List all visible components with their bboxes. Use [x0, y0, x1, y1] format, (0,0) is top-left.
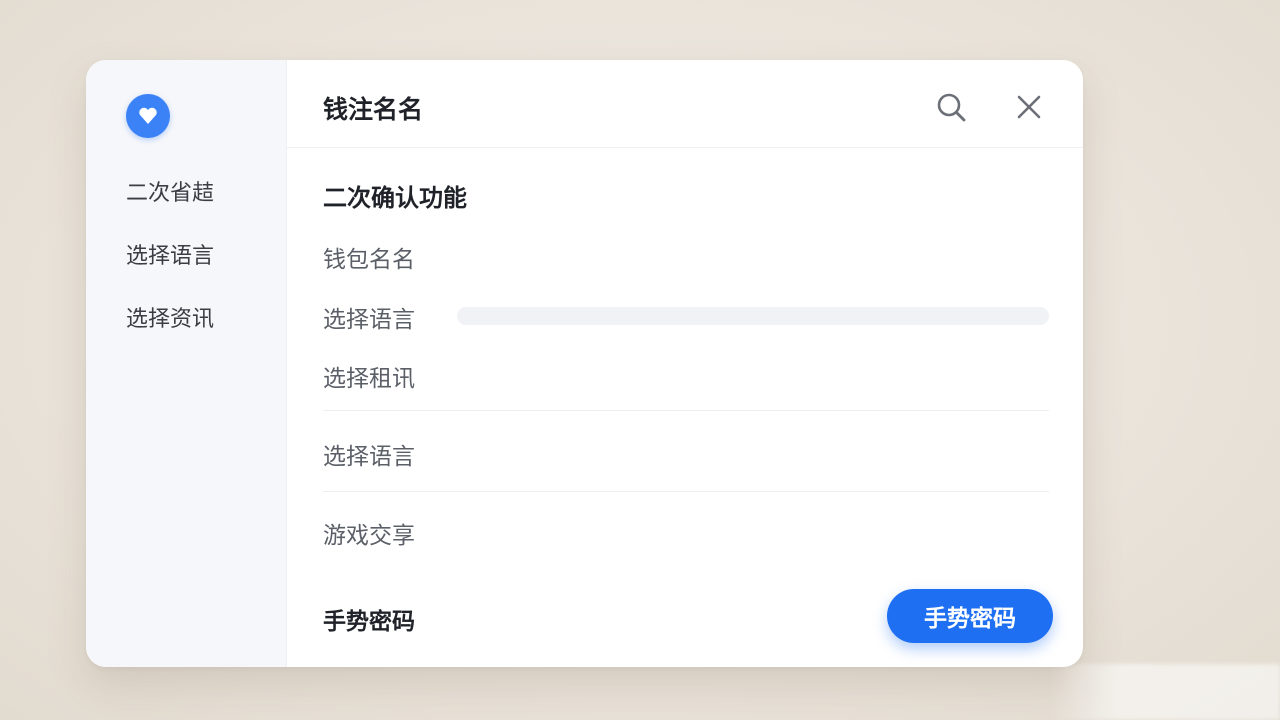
- app-logo: [126, 94, 170, 138]
- sidebar: 二次省趌 选择语言 选择资讯: [86, 60, 287, 667]
- row-select-language[interactable]: 选择语言: [323, 300, 415, 334]
- divider: [323, 410, 1049, 411]
- search-icon: [937, 93, 966, 122]
- row-game-share[interactable]: 游戏交享: [323, 516, 415, 550]
- close-button[interactable]: [1012, 90, 1046, 124]
- main-panel: 钱注名名 二次确认功能 钱包名名 选择语言 选择租讯 选择语言 游戏交享 手势密…: [287, 60, 1083, 667]
- close-icon: [1017, 95, 1041, 119]
- loading-placeholder-bar: [457, 307, 1049, 325]
- dialog-title: 钱注名名: [323, 95, 424, 124]
- settings-dialog: 二次省趌 选择语言 选择资讯 钱注名名 二次确认功能 钱包名名 选择语言 选择租…: [86, 60, 1083, 667]
- row-select-news[interactable]: 选择租讯: [323, 359, 415, 393]
- gesture-password-title: 手势密码: [323, 609, 415, 635]
- sidebar-item-language[interactable]: 选择语言: [126, 238, 214, 270]
- section-title: 二次确认功能: [323, 184, 467, 212]
- row-wallet-name[interactable]: 钱包名名: [323, 240, 415, 274]
- search-button[interactable]: [934, 90, 968, 124]
- sidebar-item-news[interactable]: 选择资讯: [126, 301, 214, 333]
- sidebar-item-secondary-confirm[interactable]: 二次省趌: [126, 175, 214, 207]
- row-select-language-2[interactable]: 选择语言: [323, 437, 415, 471]
- shield-heart-icon: [139, 107, 157, 124]
- dialog-header: 钱注名名: [287, 60, 1083, 148]
- divider: [323, 491, 1049, 492]
- gesture-password-button[interactable]: 手势密码: [887, 589, 1053, 643]
- watermark-blur: [1050, 664, 1280, 720]
